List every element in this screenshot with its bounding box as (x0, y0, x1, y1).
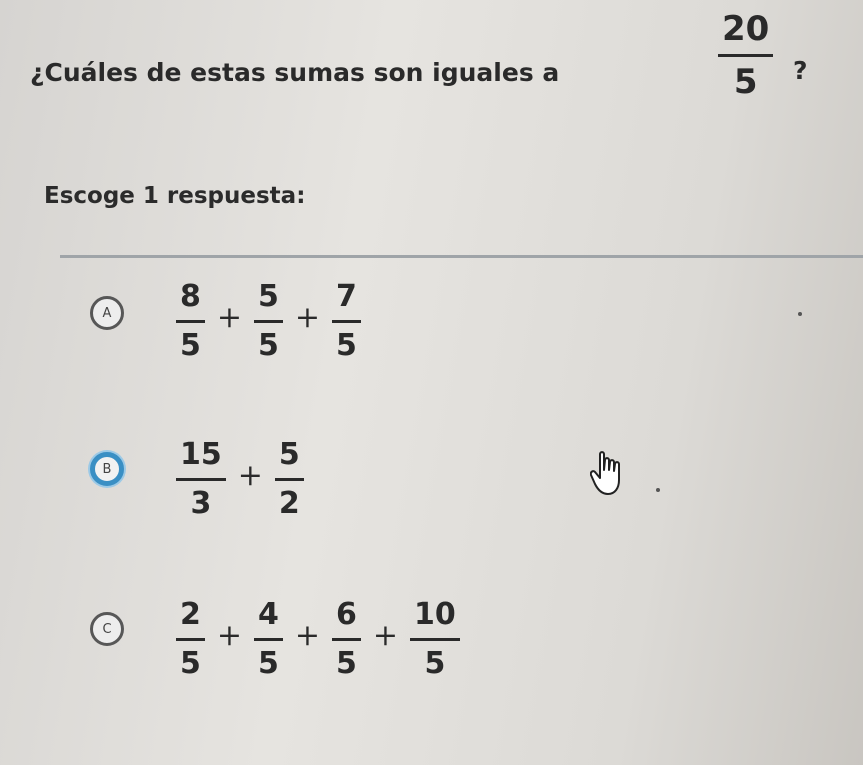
fraction: 10 5 (410, 600, 460, 679)
fraction-bar (332, 638, 361, 641)
fraction-denominator: 2 (278, 486, 300, 521)
fraction: 4 5 (254, 600, 283, 679)
fraction-denominator: 3 (190, 486, 212, 521)
fraction: 6 5 (332, 600, 361, 679)
fraction-numerator: 4 (258, 597, 279, 632)
option-c[interactable]: C 2 5 + 4 5 + 6 5 + 10 5 (90, 600, 790, 720)
radio-letter: A (102, 305, 112, 321)
fraction-denominator: 5 (424, 646, 446, 681)
plus-sign: + (216, 300, 243, 335)
fraction-numerator: 15 (180, 437, 222, 472)
fraction-denominator: 5 (336, 328, 357, 363)
plus-sign: + (372, 618, 399, 653)
fraction-bar (254, 320, 283, 323)
radio-letter: B (102, 461, 112, 477)
fraction: 2 5 (176, 600, 205, 679)
fraction-numerator: 6 (336, 597, 357, 632)
fraction: 5 5 (254, 282, 283, 361)
fraction: 8 5 (176, 282, 205, 361)
fraction-numerator: 8 (180, 279, 201, 314)
question-fraction: 20 5 (718, 9, 774, 102)
fraction-bar (410, 638, 460, 641)
option-expression: 15 3 + 5 2 (176, 440, 304, 519)
fraction: 15 3 (176, 440, 226, 519)
fraction-numerator: 7 (336, 279, 357, 314)
fraction-bar (176, 638, 205, 641)
fraction-bar (254, 638, 283, 641)
fraction-denominator: 5 (180, 646, 201, 681)
option-expression: 2 5 + 4 5 + 6 5 + 10 5 (176, 600, 460, 679)
question-text: ¿Cuáles de estas sumas son iguales a (30, 58, 560, 87)
fraction-denominator: 5 (258, 646, 279, 681)
fraction-bar (274, 478, 304, 481)
fraction: 5 2 (274, 437, 304, 521)
instruction-label: Escoge 1 respuesta: (44, 183, 306, 209)
screen-speck (798, 312, 802, 316)
fraction-numerator: 20 (722, 9, 770, 49)
plus-sign: + (294, 300, 321, 335)
fraction-numerator: 10 (414, 597, 456, 632)
divider (60, 255, 863, 258)
screen-speck (656, 488, 660, 492)
plus-sign: + (294, 618, 321, 653)
fraction-denominator: 5 (258, 328, 279, 363)
option-a[interactable]: A 8 5 + 5 5 + 7 5 (90, 282, 790, 402)
radio-button-c[interactable]: C (90, 612, 124, 646)
fraction: 7 5 (332, 282, 361, 361)
fraction-denominator: 5 (733, 62, 758, 102)
fraction-bar (718, 54, 774, 57)
radio-button-a[interactable]: A (90, 296, 124, 330)
fraction-numerator: 5 (258, 279, 279, 314)
plus-sign: + (237, 458, 263, 493)
fraction-bar (332, 320, 361, 323)
fraction-bar (176, 320, 205, 323)
question: ¿Cuáles de estas sumas son iguales a 20 … (30, 12, 850, 138)
fraction-denominator: 5 (180, 328, 201, 363)
hand-pointer-icon (590, 451, 620, 495)
fraction-denominator: 5 (336, 646, 357, 681)
fraction-numerator: 2 (180, 597, 201, 632)
plus-sign: + (216, 618, 243, 653)
radio-button-b[interactable]: B (90, 452, 124, 486)
radio-letter: C (102, 621, 112, 637)
option-expression: 8 5 + 5 5 + 7 5 (176, 282, 361, 361)
fraction-numerator: 5 (278, 437, 300, 472)
option-b[interactable]: B 15 3 + 5 2 (90, 440, 790, 560)
question-mark: ? (793, 56, 808, 85)
fraction-bar (176, 478, 226, 481)
